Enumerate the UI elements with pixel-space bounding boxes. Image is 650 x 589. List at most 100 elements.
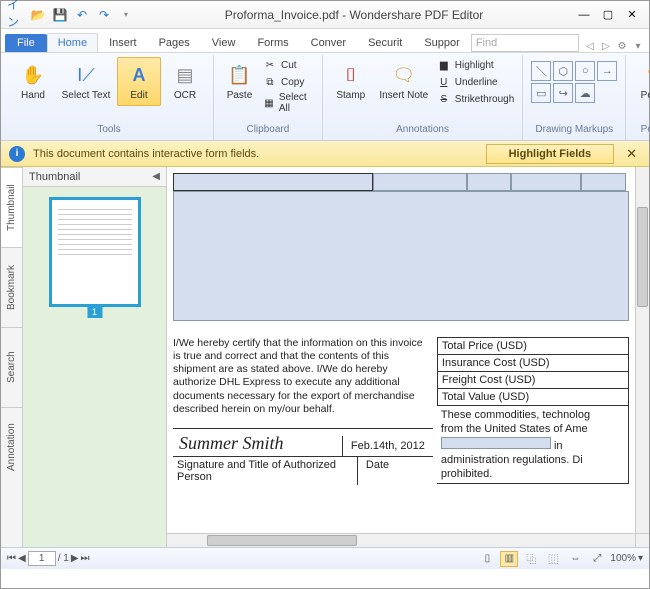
app-icon: �インフ [7,6,25,24]
save-icon[interactable]: 💾 [51,6,69,24]
cloud-shape-icon[interactable]: ☁ [575,83,595,103]
paste-icon: 📋 [226,62,252,88]
tab-support[interactable]: Suppor [413,33,470,52]
page-thumbnail-1[interactable]: 1 [49,197,141,307]
rect-shape-icon[interactable]: ▭ [531,83,551,103]
group-tools-label: Tools [11,124,207,138]
ocr-button[interactable]: ▤ OCR [163,57,207,106]
signature-date: Feb.14th, 2012 [342,436,433,456]
find-prev-icon[interactable]: ◁ [583,41,597,52]
tab-home[interactable]: Home [47,33,98,52]
edit-button[interactable]: A Edit [117,57,161,106]
hexagon-shape-icon[interactable]: ⬡ [553,61,573,81]
find-options-icon[interactable]: ⚙ [615,41,629,52]
panel-collapse-icon[interactable]: ◀ [152,171,160,182]
prev-page-icon[interactable]: ◀ [18,553,26,564]
underline-button[interactable]: UUnderline [435,74,516,90]
page-number-input[interactable]: 1 [28,551,56,566]
zoom-dropdown-icon[interactable]: ▾ [638,553,643,564]
group-tools: ✋ Hand I⟋ Select Text A Edit ▤ OCR Tools [5,55,214,140]
line-shape-icon[interactable]: ＼ [531,61,551,81]
highlight-fields-button[interactable]: Highlight Fields [486,144,615,164]
main-area: Thumbnail Bookmark Search Annotation Thu… [1,167,649,547]
copy-button[interactable]: ⧉Copy [261,74,316,90]
select-text-icon: I⟋ [73,62,99,88]
window-title: Proforma_Invoice.pdf - Wondershare PDF E… [135,8,573,22]
vertical-scrollbar[interactable] [635,167,649,533]
paste-button[interactable]: 📋 Paste [220,57,259,106]
thumb-page-number: 1 [87,306,102,318]
select-text-button[interactable]: I⟋ Select Text [57,57,115,106]
zoom-control[interactable]: 100% ▾ [610,553,643,564]
next-page-icon[interactable]: ▶ [71,553,79,564]
hand-label: Hand [21,90,45,101]
insert-note-label: Insert Note [379,90,428,101]
sidetab-annotation[interactable]: Annotation [1,407,22,487]
highlight-icon: ▆ [437,58,451,72]
qat-dropdown-icon[interactable]: ▾ [117,6,135,24]
group-annotations: ⌷ Stamp 🗨 Insert Note ▆Highlight UUnderl… [323,55,523,140]
strikethrough-button[interactable]: SStrikethrough [435,91,516,107]
find-next-icon[interactable]: ▷ [599,41,613,52]
ribbon: ✋ Hand I⟋ Select Text A Edit ▤ OCR Tools… [1,53,649,141]
ocr-label: OCR [174,90,196,101]
fit-page-icon[interactable]: ⤢ [588,551,606,567]
connector-shape-icon[interactable]: ↪ [553,83,573,103]
export-note: These commodities, technolog from the Un… [437,405,629,484]
first-page-icon[interactable]: ⏮ [7,553,16,564]
pencil-label: Pencil [641,90,650,101]
shape-gallery[interactable]: ＼ ⬡ ○ → ▭ ↪ ☁ [529,57,619,107]
file-tab[interactable]: File [5,34,47,52]
info-message: This document contains interactive form … [33,148,478,160]
fit-width-icon[interactable]: ⇔ [566,551,584,567]
find-dropdown-icon[interactable]: ▾ [631,41,645,52]
tab-convert[interactable]: Conver [300,33,357,52]
find-input[interactable]: Find [471,34,579,52]
last-page-icon[interactable]: ⏭ [81,553,90,564]
open-icon[interactable]: 📂 [29,6,47,24]
info-bar: i This document contains interactive for… [1,141,649,167]
stamp-button[interactable]: ⌷ Stamp [329,57,373,106]
info-icon: i [9,146,25,162]
cut-button[interactable]: ✂Cut [261,57,316,73]
view-facing-continuous-icon[interactable]: ⿲ [544,551,562,567]
signature-label: Signature and Title of Authorized Person [173,457,357,485]
tab-forms[interactable]: Forms [246,33,299,52]
tab-security[interactable]: Securit [357,33,413,52]
hand-button[interactable]: ✋ Hand [11,57,55,106]
select-all-button[interactable]: ▦Select All [261,91,316,115]
group-drawing-label: Drawing Markups [529,124,619,138]
page-total: / 1 [58,553,69,564]
maximize-button[interactable]: ▢ [597,6,619,24]
pencil-button[interactable]: ✎ Pencil [632,57,650,106]
side-tabs: Thumbnail Bookmark Search Annotation [1,167,23,547]
insert-note-button[interactable]: 🗨 Insert Note [375,57,433,106]
undo-icon[interactable]: ↶ [73,6,91,24]
document-content[interactable]: I/We hereby certify that the information… [167,167,635,533]
highlight-button[interactable]: ▆Highlight [435,57,516,73]
view-facing-icon[interactable]: ⿻ [522,551,540,567]
tab-pages[interactable]: Pages [148,33,201,52]
underline-icon: U [437,75,451,89]
strikethrough-icon: S [437,92,451,106]
view-single-icon[interactable]: ▯ [478,551,496,567]
sidetab-search[interactable]: Search [1,327,22,407]
circle-shape-icon[interactable]: ○ [575,61,595,81]
minimize-button[interactable]: — [573,6,595,24]
view-continuous-icon[interactable]: ▥ [500,551,518,567]
info-close-icon[interactable]: ✕ [622,146,641,162]
sidetab-bookmark[interactable]: Bookmark [1,247,22,327]
arrow-shape-icon[interactable]: → [597,61,617,81]
tab-view[interactable]: View [201,33,247,52]
redo-icon[interactable]: ↷ [95,6,113,24]
edit-icon: A [126,62,152,88]
status-bar: ⏮ ◀ 1 / 1 ▶ ⏭ ▯ ▥ ⿻ ⿲ ⇔ ⤢ 100% ▾ [1,547,649,569]
sidetab-thumbnail[interactable]: Thumbnail [1,167,22,247]
total-price-cell: Total Price (USD) [437,337,629,355]
tab-insert[interactable]: Insert [98,33,148,52]
horizontal-scrollbar[interactable] [167,533,635,547]
form-field-large[interactable] [173,191,629,321]
document-viewport: I/We hereby certify that the information… [167,167,649,547]
close-button[interactable]: ✕ [621,6,643,24]
edit-label: Edit [130,90,147,101]
